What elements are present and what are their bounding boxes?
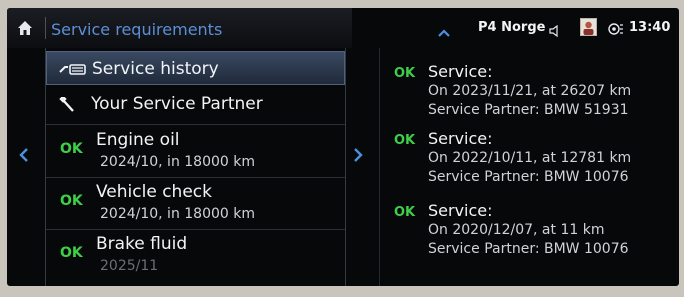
wrench-icon (58, 95, 78, 117)
chevron-right-icon[interactable] (353, 147, 363, 166)
service-history-item[interactable]: Service history (46, 51, 345, 85)
speaker-icon (549, 22, 563, 41)
panel-divider (379, 48, 380, 286)
requirement-vehicle-check[interactable]: OK Vehicle check 2024/10, in 18000 km (46, 177, 345, 229)
service-partner-label: Your Service Partner (91, 94, 263, 114)
clock: 13:40 (629, 20, 671, 35)
requirement-detail: 2024/10, in 18000 km (100, 206, 256, 222)
history-title: Service: (428, 62, 493, 81)
idrive-screen: Service requirements Service history You… (7, 8, 679, 286)
history-title: Service: (428, 129, 493, 148)
car-wrench-icon (59, 61, 87, 80)
requirement-name: Vehicle check (96, 182, 212, 202)
requirement-name: Brake fluid (96, 234, 188, 254)
ok-status-badge: OK (60, 193, 83, 209)
user-avatar[interactable] (580, 18, 597, 36)
header-divider (45, 17, 46, 39)
radio-station[interactable]: P4 Norge (478, 20, 545, 35)
history-title: Service: (428, 201, 493, 220)
history-date: On 2020/12/07, at 11 km (428, 222, 605, 238)
status-bar: P4 Norge 13:40 (382, 8, 679, 48)
requirement-engine-oil[interactable]: OK Engine oil 2024/10, in 18000 km (46, 125, 345, 177)
ok-status-badge: OK (60, 141, 83, 157)
left-header: Service requirements (7, 8, 352, 48)
history-date: On 2023/11/21, at 26207 km (428, 83, 632, 99)
ok-status-badge: OK (394, 205, 416, 220)
requirement-detail: 2024/10, in 18000 km (100, 154, 256, 170)
history-date: On 2022/10/11, at 12781 km (428, 150, 632, 166)
chevron-up-icon[interactable] (438, 22, 450, 41)
requirements-panel: Service history Your Service Partner OK … (45, 48, 346, 286)
page-title: Service requirements (51, 20, 223, 39)
requirement-name: Engine oil (96, 130, 180, 150)
service-history-label: Service history (92, 59, 219, 79)
history-partner: Service Partner: BMW 10076 (428, 169, 629, 185)
service-partner-item[interactable]: Your Service Partner (46, 88, 345, 122)
history-partner: Service Partner: BMW 10076 (428, 241, 629, 257)
ok-status-badge: OK (394, 133, 416, 148)
home-icon[interactable] (17, 20, 33, 36)
history-partner: Service Partner: BMW 51931 (428, 102, 629, 118)
connected-drive-icon (608, 21, 624, 40)
requirement-brake-fluid[interactable]: OK Brake fluid 2025/11 (46, 229, 345, 281)
requirement-detail: 2025/11 (100, 258, 159, 274)
ok-status-badge: OK (394, 66, 416, 81)
ok-status-badge: OK (60, 245, 83, 261)
chevron-left-icon[interactable] (19, 147, 29, 166)
